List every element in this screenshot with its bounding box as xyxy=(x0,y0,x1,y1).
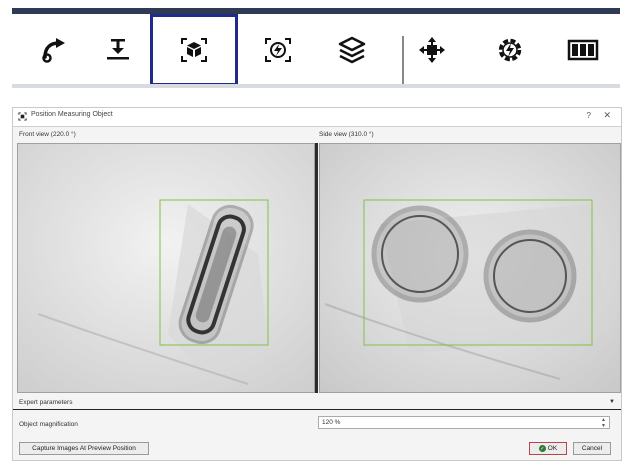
expert-parameters-header[interactable]: Expert parameters ▼ xyxy=(13,397,621,410)
capture-images-button[interactable]: Capture Images At Preview Position xyxy=(19,442,149,455)
columns-icon xyxy=(567,39,599,61)
cancel-label: Cancel xyxy=(581,445,603,452)
dialog-title-bar: Position Measuring Object ? ✕ xyxy=(13,108,621,127)
front-view-image[interactable] xyxy=(17,143,315,393)
columns-button[interactable] xyxy=(552,14,614,86)
energy-target-button[interactable] xyxy=(248,14,308,86)
expert-parameters-label: Expert parameters xyxy=(19,399,73,406)
align-down-button[interactable] xyxy=(88,14,148,86)
check-icon: ✓ xyxy=(538,445,546,452)
dialog-title: Position Measuring Object xyxy=(31,111,113,118)
move-button[interactable] xyxy=(402,14,462,86)
help-button[interactable]: ? xyxy=(587,111,591,120)
bolt-gear-button[interactable] xyxy=(480,14,540,86)
align-down-icon xyxy=(107,39,129,60)
app-icon xyxy=(18,112,27,121)
front-view-label: Front view (220.0 °) xyxy=(19,131,76,138)
magnification-spinner[interactable]: ▲ ▼ xyxy=(601,417,606,429)
position-measuring-dialog: Position Measuring Object ? ✕ Front view… xyxy=(12,107,622,461)
layers-button[interactable] xyxy=(322,14,382,86)
move-icon xyxy=(419,37,445,63)
position-object-button[interactable] xyxy=(150,14,238,86)
box-target-icon xyxy=(181,38,207,62)
object-magnification-input[interactable]: 120 % ▲ ▼ xyxy=(318,416,610,429)
close-button[interactable]: ✕ xyxy=(603,110,611,121)
toolbar-bottom-border xyxy=(12,84,620,88)
bolt-gear-icon xyxy=(498,38,522,62)
side-view-image[interactable] xyxy=(319,143,621,393)
main-toolbar xyxy=(12,14,620,86)
chevron-down-icon[interactable]: ▼ xyxy=(609,399,615,405)
capture-images-label: Capture Images At Preview Position xyxy=(32,445,136,452)
ok-button[interactable]: ✓ OK xyxy=(529,442,567,455)
curve-arrow-button[interactable] xyxy=(24,14,84,86)
view-separator xyxy=(315,143,318,393)
object-magnification-label: Object magnification xyxy=(19,421,78,428)
curve-arrow-icon xyxy=(42,38,65,63)
bolt-target-icon xyxy=(265,38,291,62)
object-magnification-value: 120 % xyxy=(322,419,341,426)
ok-label: OK xyxy=(547,445,558,452)
cancel-button[interactable]: Cancel xyxy=(573,442,611,455)
side-view-label: Side view (310.0 °) xyxy=(319,131,374,138)
layers-icon xyxy=(338,36,366,64)
